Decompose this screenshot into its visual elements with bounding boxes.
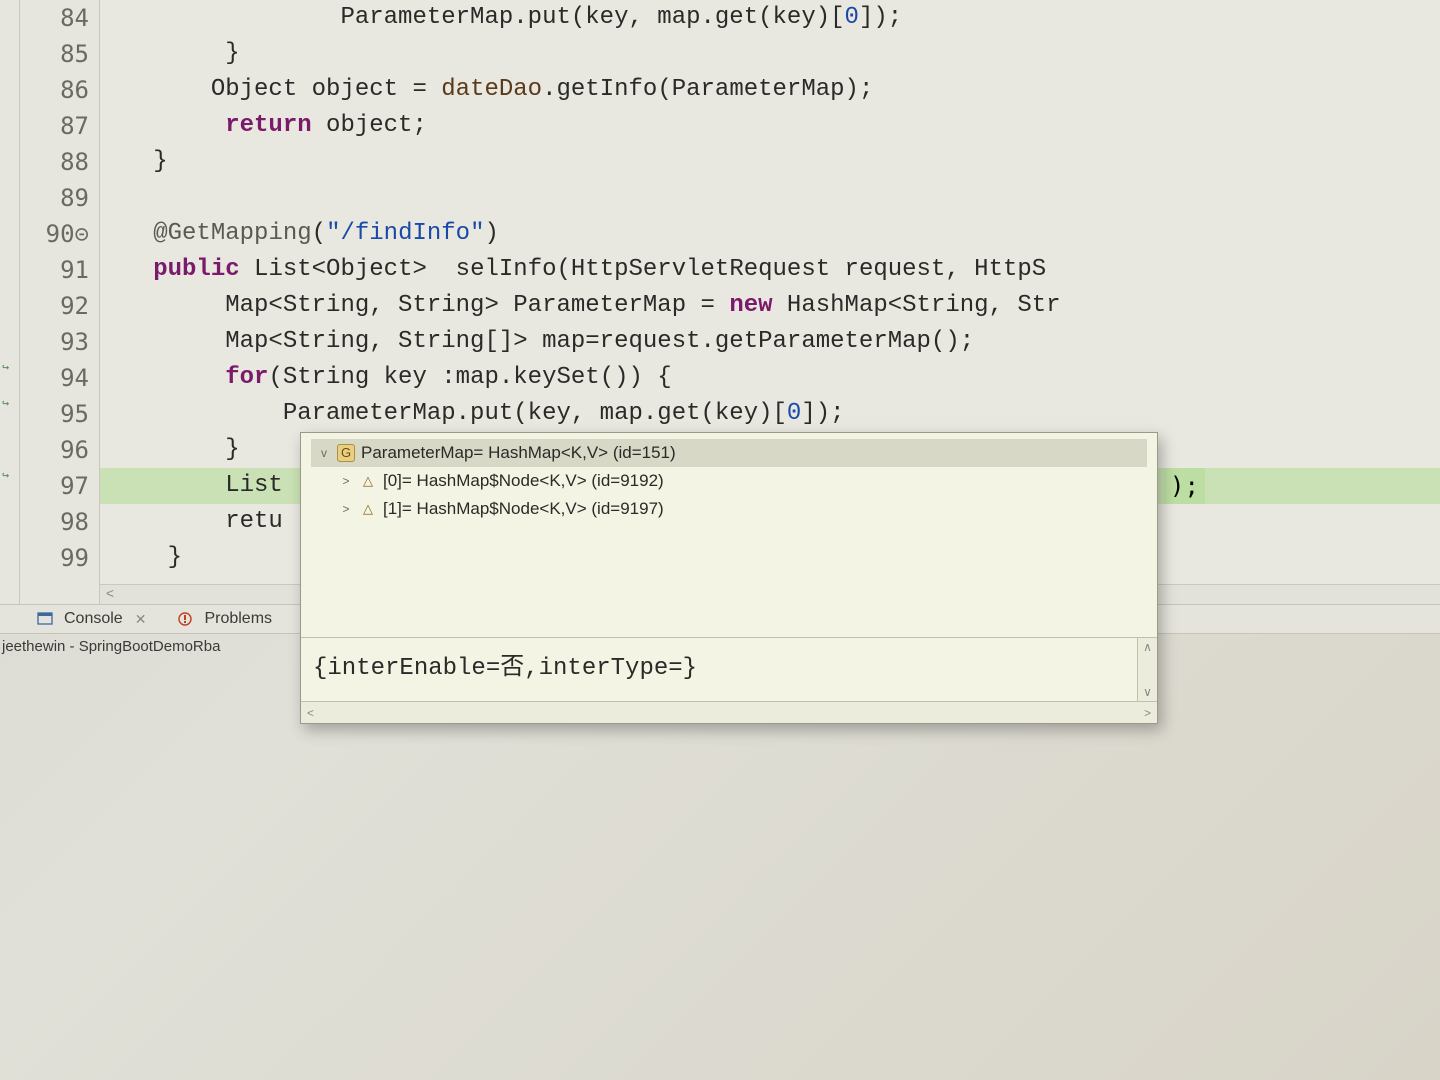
code-line[interactable]	[100, 180, 1440, 216]
problems-tab[interactable]: Problems	[204, 610, 272, 628]
launch-config-label: jeethewin - SpringBootDemoRba	[0, 634, 220, 660]
line-number: 97	[20, 468, 99, 504]
scroll-up-icon[interactable]: ∧	[1143, 640, 1152, 654]
code-token: List<Object> selInfo(HttpServletRequest …	[240, 256, 1047, 283]
tree-node[interactable]: v G ParameterMap= HashMap<K,V> (id=151)	[311, 439, 1147, 467]
code-line[interactable]: Object object = dateDao.getInfo(Paramete…	[100, 72, 1440, 108]
chevron-down-icon[interactable]: v	[317, 446, 331, 460]
code-line[interactable]: Map<String, String> ParameterMap = new H…	[100, 288, 1440, 324]
chevron-right-icon[interactable]: >	[339, 502, 353, 516]
line-number: 90⊝	[20, 216, 99, 252]
code-token: List	[110, 472, 283, 499]
line-number-gutter: 84 85 86 87 88 89 90⊝ 91 92 93 94 95 96 …	[20, 0, 100, 604]
code-token	[110, 256, 153, 283]
code-token: Map<String, String> ParameterMap =	[110, 292, 729, 319]
code-token: 0	[787, 400, 801, 427]
code-token: ]);	[859, 4, 902, 31]
code-token: .getInfo(ParameterMap);	[542, 76, 873, 103]
code-token: (	[312, 220, 326, 247]
line-number: 95	[20, 396, 99, 432]
line-number: 96	[20, 432, 99, 468]
code-token: }	[110, 40, 240, 67]
code-token: )	[485, 220, 499, 247]
code-token: public	[153, 256, 239, 283]
scroll-left-icon[interactable]: <	[307, 706, 314, 720]
code-token: (String key :map.keySet()) {	[268, 364, 671, 391]
problems-icon	[176, 610, 194, 628]
tree-node[interactable]: > △ [1]= HashMap$Node<K,V> (id=9197)	[311, 495, 1147, 523]
array-element-icon: △	[359, 500, 377, 518]
code-line[interactable]: @GetMapping("/findInfo")	[100, 216, 1440, 252]
line-number: 94	[20, 360, 99, 396]
popup-horizontal-scrollbar[interactable]: < >	[301, 701, 1157, 723]
code-line[interactable]: Map<String, String[]> map=request.getPar…	[100, 324, 1440, 360]
line-number: 99	[20, 540, 99, 576]
step-marker-icon: ↪	[2, 360, 18, 376]
code-line[interactable]: }	[100, 144, 1440, 180]
line-number: 93	[20, 324, 99, 360]
line-number: 88	[20, 144, 99, 180]
code-token	[110, 112, 225, 139]
variable-detail: {interEnable=否,interType=} ∧ ∨	[301, 637, 1157, 701]
code-line[interactable]: public List<Object> selInfo(HttpServletR…	[100, 252, 1440, 288]
tree-node-label: ParameterMap= HashMap<K,V> (id=151)	[361, 439, 676, 467]
code-token: }	[110, 148, 168, 175]
code-token	[110, 364, 225, 391]
code-line[interactable]: for(String key :map.keySet()) {	[100, 360, 1440, 396]
tree-node-label: [1]= HashMap$Node<K,V> (id=9197)	[383, 495, 664, 523]
code-token: return	[225, 112, 311, 139]
code-line[interactable]: }	[100, 36, 1440, 72]
line-number: 86	[20, 72, 99, 108]
code-token: retu	[110, 508, 283, 535]
variable-icon: G	[337, 444, 355, 462]
code-token: Map<String, String[]> map=request.getPar…	[110, 328, 974, 355]
detail-vertical-scrollbar[interactable]: ∧ ∨	[1137, 638, 1157, 701]
step-marker-icon: ↪	[2, 468, 18, 484]
code-token: ]);	[801, 400, 844, 427]
code-fragment: );	[1164, 468, 1205, 504]
array-element-icon: △	[359, 472, 377, 490]
scroll-right-icon[interactable]: >	[1144, 706, 1151, 720]
code-token: ParameterMap.put(key, map.get(key)[	[110, 400, 787, 427]
chevron-right-icon[interactable]: >	[339, 474, 353, 488]
code-token: new	[729, 292, 772, 319]
console-tab[interactable]: Console	[64, 610, 123, 628]
code-token: object;	[312, 112, 427, 139]
code-line[interactable]: ParameterMap.put(key, map.get(key)[0]);	[100, 0, 1440, 36]
code-token: Object object =	[110, 76, 441, 103]
code-token: }	[110, 436, 240, 463]
tree-node[interactable]: > △ [0]= HashMap$Node<K,V> (id=9192)	[311, 467, 1147, 495]
code-token: @GetMapping	[153, 220, 311, 247]
variable-tree[interactable]: v G ParameterMap= HashMap<K,V> (id=151) …	[301, 433, 1157, 637]
tree-node-label: [0]= HashMap$Node<K,V> (id=9192)	[383, 467, 664, 495]
code-token: 0	[845, 4, 859, 31]
line-number: 87	[20, 108, 99, 144]
debug-hover-popup[interactable]: v G ParameterMap= HashMap<K,V> (id=151) …	[300, 432, 1158, 724]
code-line[interactable]: ParameterMap.put(key, map.get(key)[0]);	[100, 396, 1440, 432]
step-marker-icon: ↪	[2, 396, 18, 412]
line-number: 89	[20, 180, 99, 216]
console-icon	[36, 610, 54, 628]
line-number: 85	[20, 36, 99, 72]
line-number: 84	[20, 0, 99, 36]
variable-detail-value[interactable]: {interEnable=否,interType=}	[301, 638, 1137, 701]
code-token: for	[225, 364, 268, 391]
line-number: 98	[20, 504, 99, 540]
scroll-left-icon[interactable]: <	[100, 587, 120, 603]
marker-ruler: ↪ ↪ ↪	[0, 0, 20, 604]
code-token: ParameterMap.put(key, map.get(key)[	[110, 4, 845, 31]
scroll-down-icon[interactable]: ∨	[1143, 685, 1152, 699]
line-number: 92	[20, 288, 99, 324]
code-line[interactable]: return object;	[100, 108, 1440, 144]
code-token	[110, 220, 153, 247]
close-icon[interactable]: ✕	[135, 611, 147, 628]
line-number: 91	[20, 252, 99, 288]
code-token: "/findInfo"	[326, 220, 484, 247]
code-token: }	[110, 544, 182, 571]
code-token: HashMap<String, Str	[773, 292, 1061, 319]
code-token: dateDao	[441, 76, 542, 103]
